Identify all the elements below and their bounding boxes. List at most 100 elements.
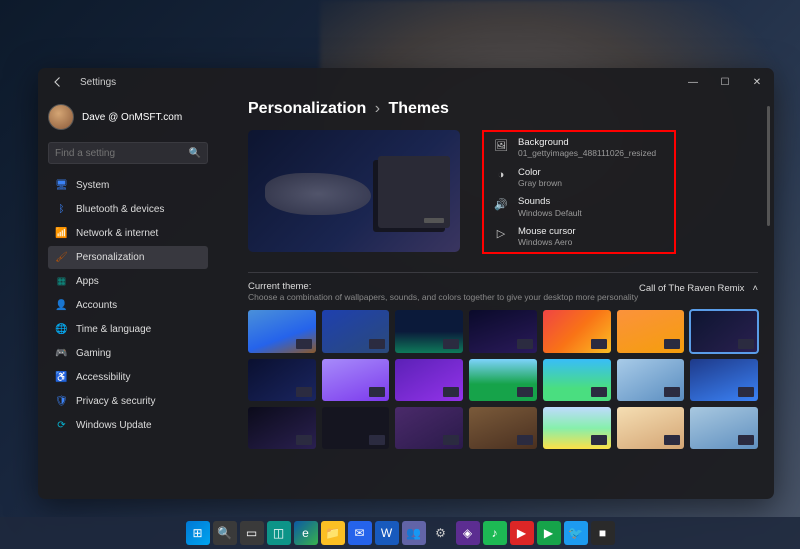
twitter[interactable]: 🐦 [564,521,588,545]
app-red[interactable]: ▶ [510,521,534,545]
theme-tile[interactable] [469,407,537,449]
option-title: Sounds [518,196,582,207]
sidebar-item-bluetooth-devices[interactable]: ᛒBluetooth & devices [48,198,208,221]
sidebar-item-personalization[interactable]: 🖌Personalization [48,246,208,269]
nav-list: 🖥SystemᛒBluetooth & devices📶Network & in… [48,174,208,437]
theme-tile[interactable] [690,310,758,352]
theme-chip [591,339,607,349]
theme-chip [664,435,680,445]
settings[interactable]: ⚙ [429,521,453,545]
nav-icon: ᛒ [55,203,68,216]
chevron-up-icon: ˄ [752,283,758,294]
theme-chip [517,387,533,397]
back-button[interactable] [52,75,66,89]
chevron-right-icon: › [375,100,380,117]
sidebar-item-gaming[interactable]: 🎮Gaming [48,342,208,365]
teams[interactable]: 👥 [402,521,426,545]
close-button[interactable]: ✕ [748,77,766,88]
theme-tile[interactable] [543,310,611,352]
sidebar-item-accounts[interactable]: 👤Accounts [48,294,208,317]
edge[interactable]: e [294,521,318,545]
theme-option-sounds[interactable]: 🔊SoundsWindows Default [493,196,656,218]
theme-tile[interactable] [248,359,316,401]
theme-tile[interactable] [322,407,390,449]
theme-tile[interactable] [690,407,758,449]
current-theme-label: Current theme: [248,281,638,292]
sidebar-item-network-internet[interactable]: 📶Network & internet [48,222,208,245]
sidebar-item-windows-update[interactable]: ⟳Windows Update [48,414,208,437]
window-title: Settings [80,77,116,88]
nav-icon: 🖥 [55,179,68,192]
profile[interactable]: Dave @ OnMSFT.com [48,102,208,132]
task-view[interactable]: ▭ [240,521,264,545]
titlebar: Settings — ☐ ✕ [38,68,774,96]
theme-tile[interactable] [395,407,463,449]
sidebar-item-privacy-security[interactable]: 🛡Privacy & security [48,390,208,413]
nav-icon: 🛡 [55,395,68,408]
option-value: Windows Aero [518,237,576,247]
profile-name: Dave @ OnMSFT.com [82,112,182,123]
theme-tile[interactable] [617,407,685,449]
scrollbar[interactable] [767,106,770,226]
nav-label: Gaming [76,348,111,359]
search-box[interactable]: 🔍 [48,142,208,164]
nav-label: Accounts [76,300,117,311]
theme-chip [443,435,459,445]
theme-tile[interactable] [248,310,316,352]
sidebar-item-time-language[interactable]: 🌐Time & language [48,318,208,341]
app-dark[interactable]: ■ [591,521,615,545]
theme-chip [443,339,459,349]
theme-chip [664,387,680,397]
sidebar-item-apps[interactable]: ▦Apps [48,270,208,293]
current-theme-expand[interactable]: Call of The Raven Remix ˄ [639,281,758,294]
theme-tile[interactable] [690,359,758,401]
explorer[interactable]: 📁 [321,521,345,545]
sidebar-item-accessibility[interactable]: ♿Accessibility [48,366,208,389]
sidebar-item-system[interactable]: 🖥System [48,174,208,197]
breadcrumb: Personalization › Themes [248,100,758,118]
theme-tile[interactable] [617,310,685,352]
theme-tile[interactable] [395,310,463,352]
theme-tile[interactable] [395,359,463,401]
theme-option-color[interactable]: ◑ColorGray brown [493,167,656,189]
theme-chip [296,435,312,445]
theme-tile[interactable] [617,359,685,401]
nav-label: Apps [76,276,99,287]
theme-chip [369,339,385,349]
breadcrumb-parent[interactable]: Personalization [248,100,366,117]
current-theme-desc: Choose a combination of wallpapers, soun… [248,292,638,302]
settings-window: Settings — ☐ ✕ Dave @ OnMSFT.com 🔍 🖥Syst… [38,68,774,499]
sidebar: Dave @ OnMSFT.com 🔍 🖥SystemᛒBluetooth & … [38,96,218,499]
theme-tile[interactable] [469,310,537,352]
theme-grid [248,310,758,449]
taskbar: ⊞🔍▭◫e📁✉W👥⚙◈♪▶▶🐦■ [0,517,800,549]
theme-chip [664,339,680,349]
nav-label: Windows Update [76,420,152,431]
vs[interactable]: ◈ [456,521,480,545]
nav-icon: 🌐 [55,323,68,336]
minimize-button[interactable]: — [684,77,702,88]
start-button[interactable]: ⊞ [186,521,210,545]
theme-tile[interactable] [322,359,390,401]
theme-tile[interactable] [322,310,390,352]
theme-tile[interactable] [543,407,611,449]
theme-tile[interactable] [248,407,316,449]
theme-option-background[interactable]: 🖼Background01_gettyimages_488111026_resi… [493,137,656,159]
word[interactable]: W [375,521,399,545]
current-theme-row[interactable]: Current theme: Choose a combination of w… [248,272,758,302]
theme-tile[interactable] [469,359,537,401]
mail[interactable]: ✉ [348,521,372,545]
mouse cursor-icon: ▷ [493,226,509,242]
theme-option-mouse-cursor[interactable]: ▷Mouse cursorWindows Aero [493,226,656,248]
widgets[interactable]: ◫ [267,521,291,545]
theme-tile[interactable] [543,359,611,401]
maximize-button[interactable]: ☐ [716,77,734,88]
search-button[interactable]: 🔍 [213,521,237,545]
nav-label: Network & internet [76,228,158,239]
spotify[interactable]: ♪ [483,521,507,545]
theme-chip [296,387,312,397]
theme-chip [517,339,533,349]
app-green[interactable]: ▶ [537,521,561,545]
option-value: Gray brown [518,178,562,188]
search-input[interactable] [55,148,189,159]
